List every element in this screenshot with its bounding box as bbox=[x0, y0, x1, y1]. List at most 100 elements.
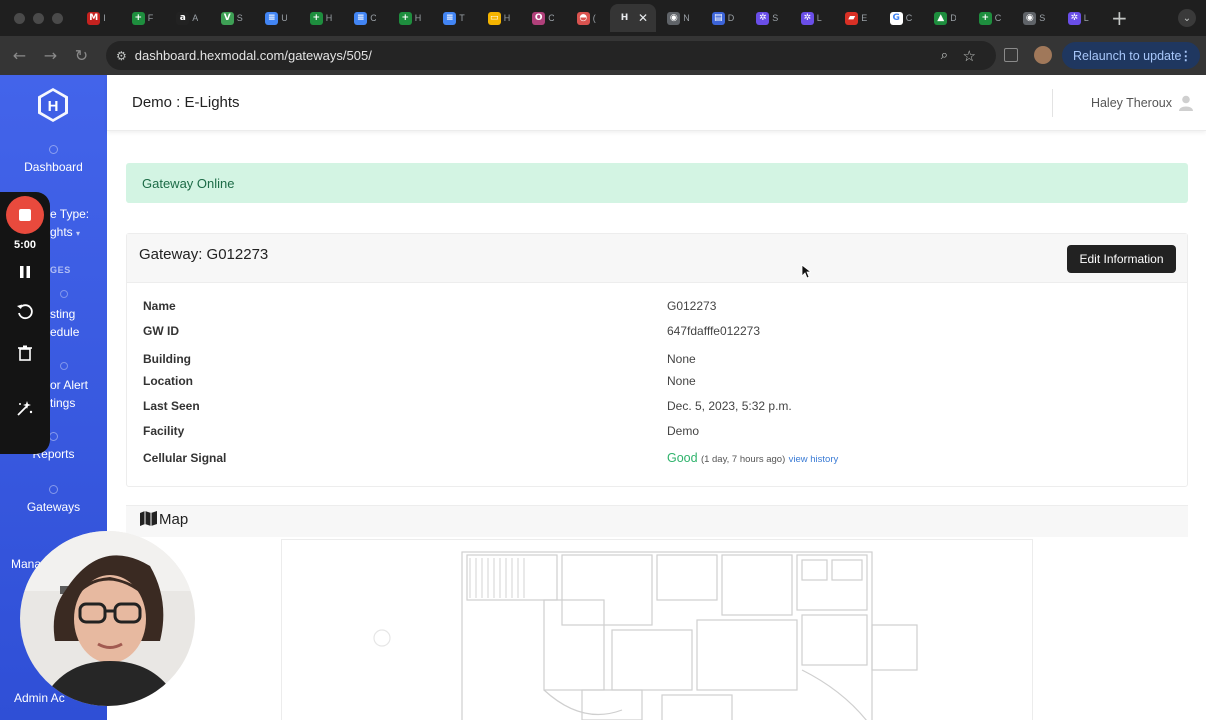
browser-tab[interactable]: ▭ H bbox=[477, 4, 522, 32]
address-bar[interactable]: ⚙ dashboard.hexmodal.com/gateways/505/ ⌕… bbox=[106, 41, 996, 70]
browser-tab-active[interactable]: H ✕ bbox=[610, 4, 656, 32]
browser-tab[interactable]: ✲ L bbox=[1057, 4, 1102, 32]
tab-title: H bbox=[503, 13, 510, 23]
sidebar-item-dashboard[interactable]: Dashboard bbox=[0, 145, 107, 174]
browser-tab[interactable]: + H bbox=[388, 4, 433, 32]
user-icon[interactable] bbox=[1179, 95, 1193, 111]
sidebar-item-label: Dashboard bbox=[24, 160, 83, 174]
browser-tab[interactable]: ≡ U bbox=[254, 4, 299, 32]
close-tab-icon[interactable]: ✕ bbox=[638, 11, 648, 25]
sidebar-item-label: Gateways bbox=[26, 500, 81, 514]
minimize-window-button[interactable] bbox=[33, 12, 44, 24]
tab-search-button[interactable]: ⌄ bbox=[1178, 9, 1196, 27]
gateway-card: Gateway: G012273 Edit Information Name G0… bbox=[126, 233, 1188, 487]
maximize-window-button[interactable] bbox=[52, 12, 63, 24]
webcam-bubble[interactable] bbox=[20, 531, 195, 706]
tab-title: C bbox=[548, 13, 555, 23]
sheets-icon: + bbox=[131, 11, 145, 25]
sidebar-item-alert-settings-line2[interactable]: tings bbox=[50, 394, 75, 412]
sidebar-item-gateways[interactable]: Gateways bbox=[0, 485, 107, 514]
url-text[interactable]: dashboard.hexmodal.com/gateways/505/ bbox=[135, 48, 372, 63]
pause-icon[interactable] bbox=[15, 262, 35, 282]
v-brand-icon: V bbox=[220, 11, 234, 25]
gateway-field-row: Name G012273 bbox=[127, 299, 1187, 319]
browser-tab[interactable]: + H bbox=[299, 4, 344, 32]
mouse-cursor bbox=[801, 264, 811, 279]
recording-timer: 5:00 bbox=[13, 239, 37, 251]
screen-recording-controls: 5:00 bbox=[0, 192, 50, 454]
browser-tab[interactable]: + F bbox=[121, 4, 166, 32]
sidebar-item-admin[interactable]: Admin Ac bbox=[14, 689, 65, 707]
browser-tab[interactable]: + C bbox=[968, 4, 1013, 32]
browser-tab[interactable]: ≡ C bbox=[343, 4, 388, 32]
page-title: Demo : E-Lights bbox=[132, 94, 240, 111]
sidebar-item-alert-settings[interactable]: or Alert bbox=[50, 376, 88, 394]
field-value: None bbox=[667, 374, 696, 388]
browser-tab[interactable]: ◓( bbox=[566, 4, 611, 32]
chrome-icon: ◉ bbox=[667, 11, 681, 25]
restart-icon[interactable] bbox=[15, 302, 35, 322]
map-icon bbox=[140, 511, 157, 526]
field-label: Facility bbox=[143, 424, 185, 438]
trash-icon[interactable] bbox=[15, 343, 35, 363]
view-history-link[interactable]: view history bbox=[789, 454, 839, 465]
browser-tab[interactable]: MI bbox=[76, 4, 121, 32]
tab-title: N bbox=[683, 13, 690, 23]
browser-tab[interactable]: ▲ D bbox=[923, 4, 968, 32]
browser-tab[interactable]: ◉ N bbox=[656, 4, 701, 32]
field-value: 647fdafffe012273 bbox=[667, 324, 760, 338]
presenter-video bbox=[20, 531, 195, 706]
building-type-value[interactable]: ghts ▾ bbox=[50, 223, 80, 243]
side-panel-icon[interactable] bbox=[1004, 48, 1018, 62]
back-icon[interactable]: ← bbox=[4, 46, 35, 65]
more-menu-icon[interactable]: ⋮ bbox=[1180, 48, 1193, 63]
building-type-selector[interactable]: e Type: bbox=[50, 205, 89, 223]
gear-icon: ✲ bbox=[756, 11, 770, 25]
browser-tab[interactable]: ▤ D bbox=[701, 4, 746, 32]
sidebar-item-schedule[interactable]: sting bbox=[50, 305, 75, 323]
bookmark-star-icon[interactable]: ☆ bbox=[963, 47, 976, 65]
header-divider bbox=[1052, 89, 1053, 117]
field-label: Last Seen bbox=[143, 399, 200, 413]
relaunch-button[interactable]: Relaunch to update ⋮ bbox=[1062, 42, 1200, 69]
browser-tab[interactable]: VS bbox=[210, 4, 255, 32]
calendar-icon: ▤ bbox=[711, 11, 725, 25]
floor-plan-map[interactable] bbox=[281, 539, 1033, 720]
user-name[interactable]: Haley Theroux bbox=[1091, 96, 1172, 110]
stop-recording-button[interactable] bbox=[6, 196, 44, 234]
hexmodal-logo[interactable]: H bbox=[37, 87, 69, 123]
tab-title: U bbox=[281, 13, 288, 23]
profile-avatar[interactable] bbox=[1034, 46, 1052, 64]
edit-information-button[interactable]: Edit Information bbox=[1067, 245, 1176, 273]
dashboard-icon bbox=[49, 145, 58, 154]
window-controls bbox=[0, 12, 76, 24]
tab-title: ( bbox=[592, 13, 596, 23]
sidebar-item-schedule-line2[interactable]: edule bbox=[50, 323, 79, 341]
tab-title: A bbox=[192, 13, 199, 23]
tab-title: C bbox=[994, 13, 1001, 23]
gateways-icon bbox=[49, 485, 58, 494]
flag-icon: ▰ bbox=[845, 11, 859, 25]
tab-title: S bbox=[236, 13, 243, 23]
docs-icon: ≡ bbox=[265, 11, 279, 25]
zoom-icon[interactable]: ⌕ bbox=[941, 48, 948, 63]
circle-o-icon: O bbox=[532, 11, 546, 25]
browser-tab[interactable]: ▰ E bbox=[834, 4, 879, 32]
site-info-icon[interactable]: ⚙ bbox=[116, 49, 127, 63]
browser-tab[interactable]: aA bbox=[165, 4, 210, 32]
caret-down-icon: ▾ bbox=[76, 229, 81, 238]
draw-effects-icon[interactable] bbox=[15, 398, 35, 418]
browser-tab[interactable]: OC bbox=[521, 4, 566, 32]
browser-tab[interactable]: ≡ T bbox=[432, 4, 477, 32]
browser-tab[interactable]: ◉ S bbox=[1012, 4, 1057, 32]
new-tab-button[interactable]: + bbox=[1111, 6, 1128, 30]
field-label: GW ID bbox=[143, 324, 179, 338]
reload-icon[interactable]: ↻ bbox=[66, 46, 97, 65]
tab-title: H bbox=[414, 13, 421, 23]
browser-tab[interactable]: GC bbox=[879, 4, 924, 32]
tab-title: I bbox=[103, 13, 106, 23]
close-window-button[interactable] bbox=[14, 12, 25, 24]
forward-icon[interactable]: → bbox=[35, 46, 66, 65]
browser-tab[interactable]: ✲ S bbox=[745, 4, 790, 32]
browser-tab[interactable]: ✲ L bbox=[790, 4, 835, 32]
